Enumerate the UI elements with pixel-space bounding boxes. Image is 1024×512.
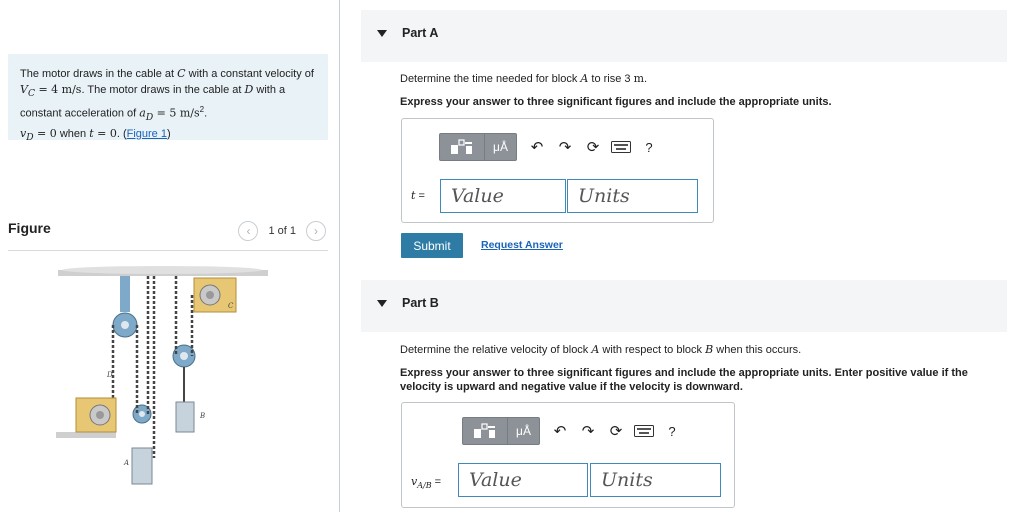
part-a-units-input[interactable]: Units: [567, 179, 698, 213]
label-C: C: [228, 302, 234, 310]
collapse-triangle-icon[interactable]: [377, 30, 387, 37]
part-a-label: Part A: [402, 26, 439, 40]
figure-page-count: 1 of 1: [268, 225, 296, 237]
part-a-header[interactable]: Part A: [361, 10, 1007, 62]
part-b-header[interactable]: Part B: [361, 280, 1007, 332]
units-mu-button[interactable]: μÅ: [508, 417, 540, 445]
part-b-units-input[interactable]: Units: [590, 463, 721, 497]
redo-icon[interactable]: ↷: [551, 133, 579, 161]
left-panel: The motor draws in the cable at C with a…: [0, 0, 340, 512]
figure-link[interactable]: Figure 1: [127, 128, 167, 140]
right-panel: Part A Determine the time needed for blo…: [341, 0, 1024, 512]
part-a-value-input[interactable]: Value: [440, 179, 566, 213]
figure-header: Figure ‹ 1 of 1 ›: [8, 220, 328, 244]
part-b-instructions: Express your answer to three significant…: [400, 367, 968, 393]
figure-title: Figure: [8, 220, 51, 236]
part-a-question: Determine the time needed for block A to…: [400, 72, 648, 85]
label-A: A: [123, 459, 129, 467]
problem-statement: The motor draws in the cable at C with a…: [8, 54, 328, 143]
part-a-variable: t =: [411, 189, 425, 202]
label-B: B: [199, 412, 205, 420]
help-icon[interactable]: ?: [658, 417, 686, 445]
chevron-right-icon[interactable]: ›: [306, 221, 326, 241]
templates-icon[interactable]: [439, 133, 485, 161]
part-b-question: Determine the relative velocity of block…: [400, 343, 802, 356]
divider: [8, 250, 328, 251]
part-b-variable: vA/B =: [411, 475, 442, 491]
chevron-left-icon[interactable]: ‹: [238, 221, 259, 241]
pulley-figure: D C B A: [56, 266, 268, 485]
undo-icon[interactable]: ↶: [523, 133, 551, 161]
reset-icon[interactable]: ⟳: [602, 417, 630, 445]
part-a-instructions: Express your answer to three significant…: [400, 96, 832, 108]
part-a-toolbar: μÅ ↶ ↷ ⟳ ?: [439, 133, 663, 161]
label-D: D: [106, 371, 113, 379]
figure-pager: ‹ 1 of 1 ›: [238, 221, 326, 241]
request-answer-link[interactable]: Request Answer: [481, 239, 563, 251]
templates-icon[interactable]: [462, 417, 508, 445]
units-mu-button[interactable]: μÅ: [485, 133, 517, 161]
collapse-triangle-icon[interactable]: [377, 300, 387, 307]
part-b-value-input[interactable]: Value: [458, 463, 588, 497]
part-b-toolbar: μÅ ↶ ↷ ⟳ ?: [462, 417, 686, 445]
part-a-answer-box: μÅ ↶ ↷ ⟳ ? t = Value Units: [401, 118, 714, 223]
keyboard-icon[interactable]: [630, 417, 658, 445]
keyboard-icon[interactable]: [607, 133, 635, 161]
part-b-label: Part B: [402, 296, 439, 310]
part-b-answer-box: μÅ ↶ ↷ ⟳ ? vA/B = Value Units: [401, 402, 735, 508]
reset-icon[interactable]: ⟳: [579, 133, 607, 161]
help-icon[interactable]: ?: [635, 133, 663, 161]
undo-icon[interactable]: ↶: [546, 417, 574, 445]
submit-button[interactable]: Submit: [401, 233, 463, 258]
redo-icon[interactable]: ↷: [574, 417, 602, 445]
